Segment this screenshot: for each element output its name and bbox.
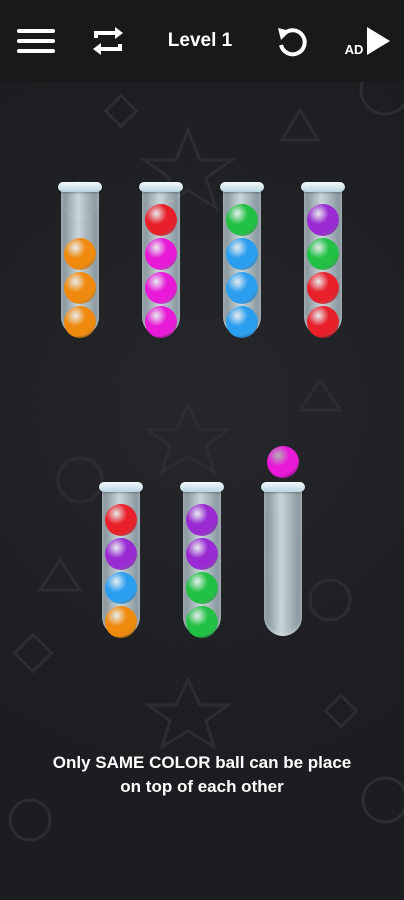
- tube-2[interactable]: [139, 182, 183, 340]
- ball-red: [105, 504, 137, 536]
- ball-orange: [105, 606, 137, 638]
- tube-5[interactable]: [99, 482, 143, 640]
- ball-orange: [64, 306, 96, 338]
- lifted-ball-magenta: [267, 446, 299, 478]
- tube-rim: [301, 182, 345, 192]
- hint-line-1: Only SAME COLOR ball can be place: [52, 753, 352, 772]
- hint-line-2: on top of each other: [120, 777, 284, 796]
- ball-blue: [226, 272, 258, 304]
- tube-1[interactable]: [58, 182, 102, 340]
- ball-purple: [105, 538, 137, 570]
- ball-red: [145, 204, 177, 236]
- tube-glass: [264, 488, 302, 636]
- ball-blue: [105, 572, 137, 604]
- ball-red: [307, 306, 339, 338]
- tube-rim: [58, 182, 102, 192]
- ball-magenta: [145, 272, 177, 304]
- top-bar: Level 1 AD: [0, 0, 404, 82]
- ball-magenta: [145, 306, 177, 338]
- ad-skip-button[interactable]: AD: [340, 0, 396, 82]
- ball-purple: [186, 538, 218, 570]
- hint-text: Only SAME COLOR ball can be place on top…: [0, 751, 404, 799]
- tube-4[interactable]: [301, 182, 345, 340]
- tube-rim: [261, 482, 305, 492]
- ball-orange: [64, 272, 96, 304]
- ball-green: [307, 238, 339, 270]
- repeat-arrows-icon: [93, 27, 123, 55]
- shuffle-button[interactable]: [86, 0, 130, 82]
- tube-6[interactable]: [180, 482, 224, 640]
- ball-purple: [186, 504, 218, 536]
- tube-rim: [99, 482, 143, 492]
- tube-rim: [139, 182, 183, 192]
- tube-rim: [220, 182, 264, 192]
- play-icon: [367, 27, 391, 55]
- ball-green: [226, 204, 258, 236]
- tube-7[interactable]: [261, 482, 305, 640]
- ball-blue: [226, 238, 258, 270]
- ball-green: [186, 606, 218, 638]
- ball-green: [186, 572, 218, 604]
- ball-purple: [307, 204, 339, 236]
- menu-button[interactable]: [14, 0, 58, 82]
- hamburger-menu-icon: [17, 29, 55, 53]
- level-title: Level 1: [167, 30, 233, 51]
- undo-arrow-icon: [278, 28, 307, 57]
- ball-red: [307, 272, 339, 304]
- ad-label: AD: [344, 41, 364, 57]
- tube-rim: [180, 482, 224, 492]
- undo-button[interactable]: [270, 0, 314, 82]
- ball-blue: [226, 306, 258, 338]
- ball-orange: [64, 238, 96, 270]
- ball-magenta: [145, 238, 177, 270]
- tube-3[interactable]: [220, 182, 264, 340]
